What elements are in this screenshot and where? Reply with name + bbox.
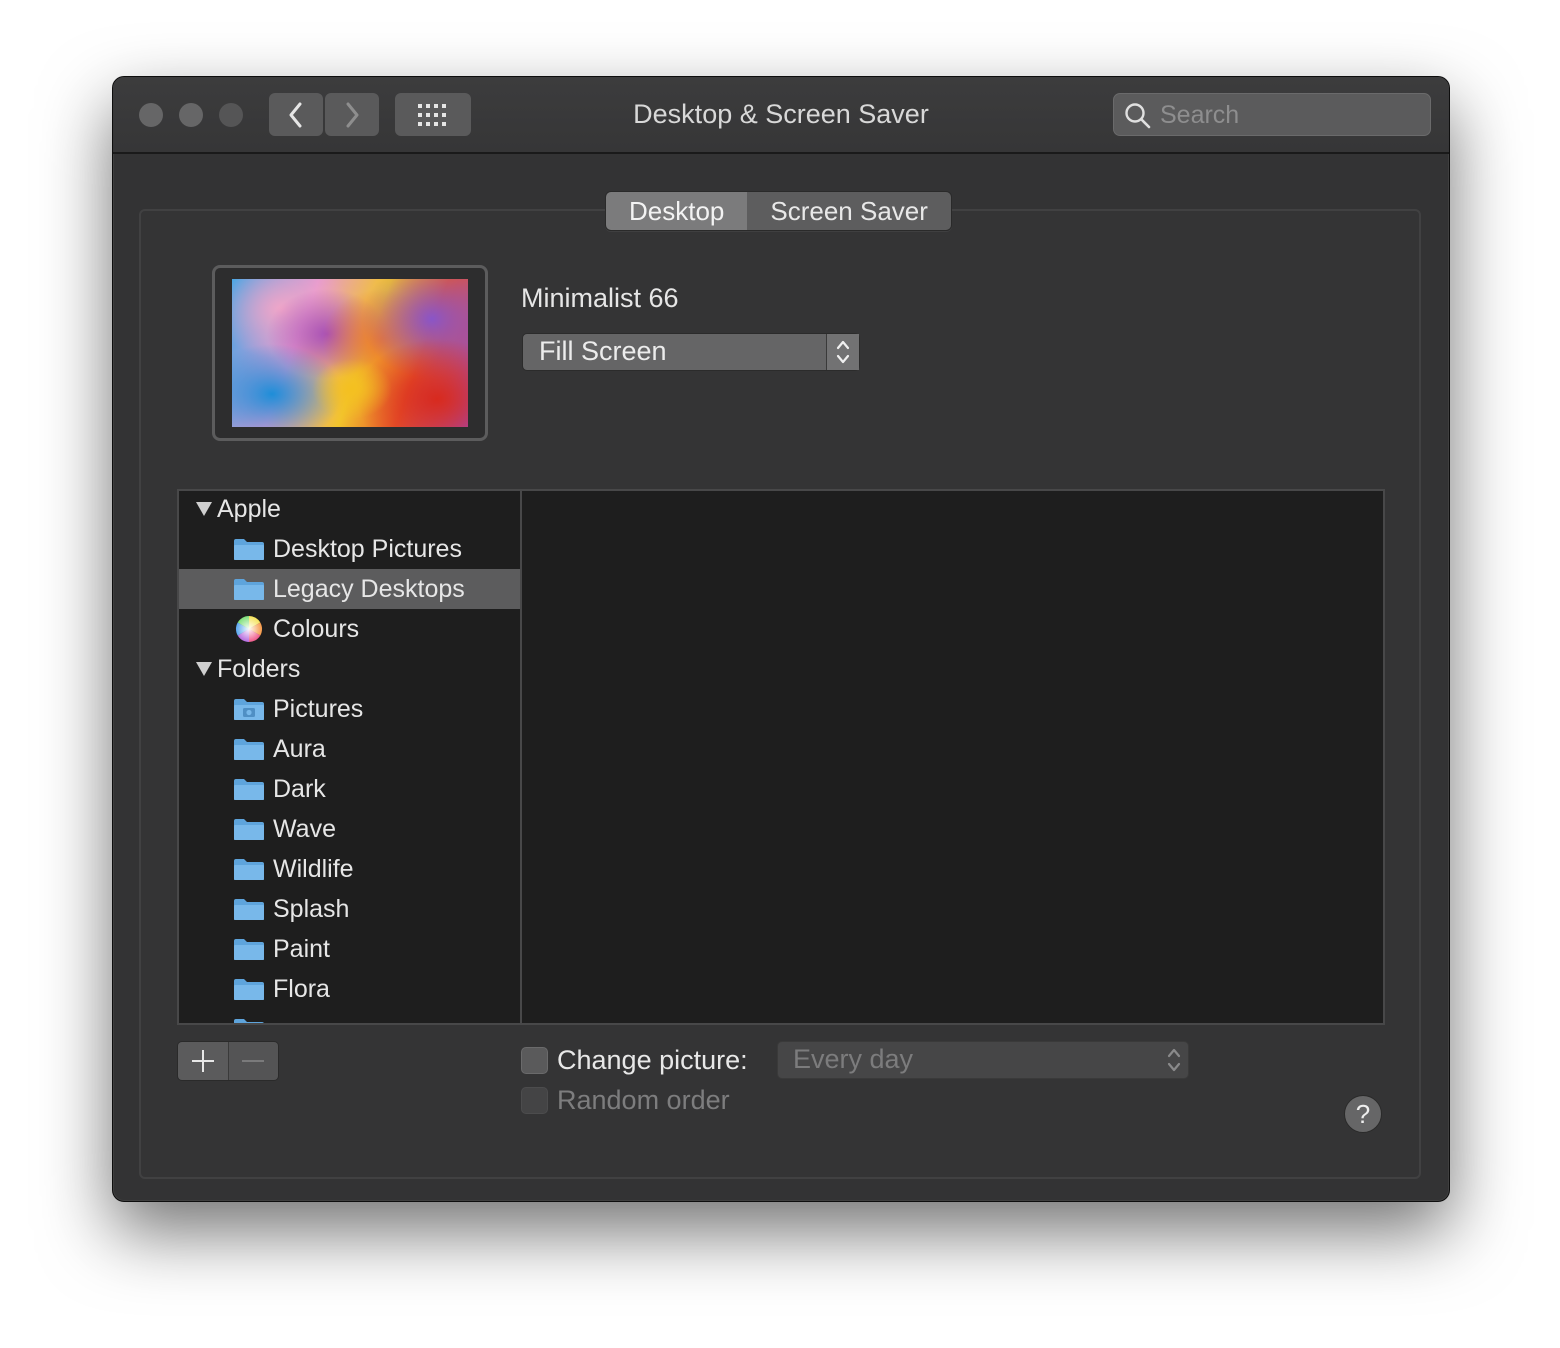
show-all-button[interactable] (395, 93, 471, 136)
folder-icon (234, 859, 264, 880)
folder-icon (234, 899, 264, 920)
title-bar: Desktop & Screen Saver (113, 77, 1449, 154)
pictures-folder-icon (234, 699, 264, 720)
preferences-window: Desktop & Screen Saver Desktop Screen Sa… (112, 76, 1450, 1202)
change-picture-checkbox[interactable] (521, 1047, 548, 1074)
folder-icon (234, 539, 264, 560)
color-wheel-icon (235, 615, 263, 643)
picture-name: Minimalist 66 (521, 283, 679, 313)
list-item-paint[interactable]: Paint (179, 929, 520, 969)
list-item-partial[interactable] (179, 1009, 520, 1023)
back-button[interactable] (269, 93, 323, 136)
popup-arrows-icon (1167, 1048, 1181, 1072)
folder-icon (234, 979, 264, 1000)
tab-control: Desktop Screen Saver (605, 191, 952, 231)
list-item-wave[interactable]: Wave (179, 809, 520, 849)
popup-arrows-icon (826, 334, 859, 370)
list-item-aura[interactable]: Aura (179, 729, 520, 769)
chevron-right-icon (346, 102, 359, 127)
add-remove-control (177, 1041, 279, 1081)
interval-popup[interactable]: Every day (777, 1041, 1189, 1079)
folder-icon (234, 779, 264, 800)
list-item-wildlife[interactable]: Wildlife (179, 849, 520, 889)
folder-icon (234, 939, 264, 960)
close-window-button[interactable] (139, 103, 163, 127)
zoom-window-button[interactable] (219, 103, 243, 127)
plus-icon (191, 1050, 214, 1072)
change-picture-label: Change picture: (557, 1045, 748, 1075)
folder-icon (234, 819, 264, 840)
remove-folder-button[interactable] (227, 1042, 278, 1080)
desktop-preview (212, 265, 488, 441)
tab-desktop[interactable]: Desktop (606, 192, 748, 230)
list-item-splash[interactable]: Splash (179, 889, 520, 929)
forward-button[interactable] (325, 93, 379, 136)
list-item-flora[interactable]: Flora (179, 969, 520, 1009)
tab-screen-saver[interactable]: Screen Saver (747, 192, 951, 230)
chevron-left-icon (289, 102, 302, 127)
source-list[interactable]: Apple Desktop Pictures Legacy Desktops C… (177, 489, 521, 1025)
help-button[interactable]: ? (1344, 1095, 1382, 1133)
search-input[interactable] (1158, 98, 1422, 132)
search-field[interactable] (1113, 93, 1431, 136)
search-icon (1125, 103, 1151, 129)
folder-icon (234, 579, 264, 600)
minimize-window-button[interactable] (179, 103, 203, 127)
folder-icon (234, 739, 264, 760)
fit-mode-value: Fill Screen (539, 336, 667, 366)
fit-mode-popup[interactable]: Fill Screen (522, 333, 860, 371)
list-item-dark[interactable]: Dark (179, 769, 520, 809)
wallpaper-thumbnail (232, 279, 468, 427)
group-header-folders[interactable]: Folders (179, 649, 520, 689)
disclosure-triangle-icon[interactable] (195, 501, 213, 517)
group-header-apple[interactable]: Apple (179, 491, 520, 529)
grid-icon (418, 103, 446, 126)
image-grid[interactable] (521, 489, 1385, 1025)
minus-icon (242, 1060, 265, 1062)
list-item-colours[interactable]: Colours (179, 609, 520, 649)
random-order-checkbox[interactable] (521, 1087, 548, 1114)
disclosure-triangle-icon[interactable] (195, 661, 213, 677)
folder-icon (234, 1019, 264, 1023)
add-folder-button[interactable] (178, 1042, 228, 1080)
interval-value: Every day (793, 1044, 914, 1074)
list-item-legacy-desktops[interactable]: Legacy Desktops (179, 569, 520, 609)
list-item-desktop-pictures[interactable]: Desktop Pictures (179, 529, 520, 569)
list-item-pictures[interactable]: Pictures (179, 689, 520, 729)
random-order-label: Random order (557, 1085, 730, 1115)
window-title: Desktop & Screen Saver (633, 99, 929, 129)
